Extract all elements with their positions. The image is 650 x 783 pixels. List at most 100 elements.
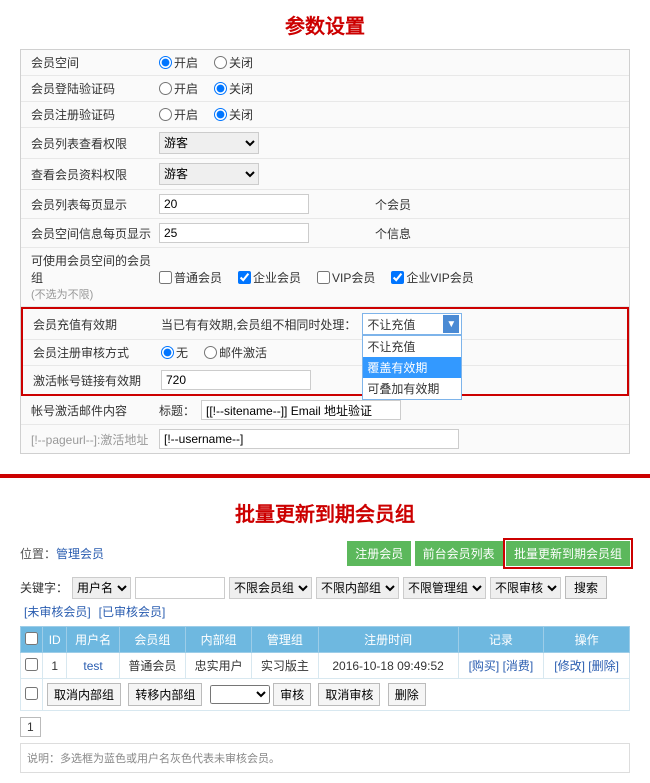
keyword-input[interactable] <box>135 577 225 599</box>
recharge-select[interactable]: 不让充值▼ 不让充值 覆盖有效期 可叠加有效期 <box>362 313 462 335</box>
op-delete-link[interactable]: [删除] <box>588 659 619 673</box>
chk-group-2[interactable]: VIP会员 <box>317 269 375 286</box>
list-per-page-unit: 个会员 <box>375 196 411 213</box>
row-template: [!--pageurl--]:激活地址 <box>21 425 629 453</box>
toolbar: 位置：管理会员 注册会员 前台会员列表 批量更新到期会员组 <box>0 537 650 570</box>
keyword-label: 关键字： <box>20 579 68 596</box>
row-recharge-validity: 会员充值有效期 当已有有效期,会员组不相同时处理： 不让充值▼ 不让充值 覆盖有… <box>23 309 627 340</box>
audit-select[interactable]: 不限审核 <box>490 577 561 599</box>
label-reg-audit: 会员注册审核方式 <box>23 344 153 361</box>
cell-admin-group: 实习版主 <box>252 653 318 679</box>
admin-group-select[interactable]: 不限管理组 <box>403 577 486 599</box>
section2-title: 批量更新到期会员组 <box>0 498 650 527</box>
subject-input[interactable] <box>201 400 401 420</box>
row-checkbox[interactable] <box>25 658 38 671</box>
reg-captcha-on[interactable]: 开启 <box>159 106 198 123</box>
select-all-checkbox[interactable] <box>25 632 38 645</box>
record-buy-link[interactable]: [购买] <box>469 659 500 673</box>
login-captcha-off[interactable]: 关闭 <box>214 80 253 97</box>
th-member-group: 会员组 <box>119 627 185 653</box>
label-space-groups: 可使用会员空间的会员组(不选为不限) <box>21 252 151 302</box>
cancel-audit-button[interactable]: 取消审核 <box>318 683 380 706</box>
breadcrumb: 位置：管理会员 <box>20 545 104 562</box>
member-space-off[interactable]: 关闭 <box>214 54 253 71</box>
unaudited-link[interactable]: [未审核会员] <box>24 603 91 620</box>
th-username: 用户名 <box>67 627 119 653</box>
recharge-options: 不让充值 覆盖有效期 可叠加有效期 <box>362 335 462 400</box>
th-admin-group: 管理组 <box>252 627 318 653</box>
subject-label: 标题： <box>159 402 195 419</box>
section1-title: 参数设置 <box>0 10 650 39</box>
member-group-select[interactable]: 不限会员组 <box>229 577 312 599</box>
recharge-opt-1[interactable]: 覆盖有效期 <box>363 357 461 378</box>
th-internal-group: 内部组 <box>186 627 252 653</box>
th-id: ID <box>43 627 67 653</box>
label-activate-link-validity: 激活帐号链接有效期 <box>23 372 153 389</box>
cell-reg-time: 2016-10-18 09:49:52 <box>318 653 458 679</box>
settings-panel: 会员空间 开启 关闭 会员登陆验证码 开启 关闭 会员注册验证码 开启 关闭 会… <box>20 49 630 454</box>
member-table: ID 用户名 会员组 内部组 管理组 注册时间 记录 操作 1 test 普通会… <box>20 626 630 711</box>
label-login-captcha: 会员登陆验证码 <box>21 80 151 97</box>
recharge-opt-2[interactable]: 可叠加有效期 <box>363 378 461 399</box>
label-list-per-page: 会员列表每页显示 <box>21 196 151 213</box>
label-space-msg-per-page: 会员空间信息每页显示 <box>21 225 151 242</box>
label-list-view-perm: 会员列表查看权限 <box>21 135 151 152</box>
row-login-captcha: 会员登陆验证码 开启 关闭 <box>21 76 629 102</box>
space-msg-per-page-input[interactable] <box>159 223 309 243</box>
template-input[interactable] <box>159 429 459 449</box>
label-recharge-validity: 会员充值有效期 <box>23 316 153 333</box>
row-list-view-perm: 会员列表查看权限 游客 <box>21 128 629 159</box>
reg-member-button[interactable]: 注册会员 <box>347 541 411 566</box>
th-reg-time: 注册时间 <box>318 627 458 653</box>
cancel-internal-button[interactable]: 取消内部组 <box>47 683 121 706</box>
audited-link[interactable]: [已审核会员] <box>99 603 166 620</box>
row-space-msg-per-page: 会员空间信息每页显示 个信息 <box>21 219 629 248</box>
record-consume-link[interactable]: [消费] <box>503 659 534 673</box>
activate-link-validity-input[interactable] <box>161 370 311 390</box>
keyword-field-select[interactable]: 用户名 <box>72 577 131 599</box>
page-1[interactable]: 1 <box>20 717 41 737</box>
list-view-perm-select[interactable]: 游客 <box>159 132 259 154</box>
chk-group-0[interactable]: 普通会员 <box>159 269 222 286</box>
cell-username[interactable]: test <box>83 659 102 673</box>
label-reg-captcha: 会员注册验证码 <box>21 106 151 123</box>
table-row: 1 test 普通会员 忠实用户 实习版主 2016-10-18 09:49:5… <box>21 653 630 679</box>
row-activate-link-validity: 激活帐号链接有效期 <box>23 366 627 394</box>
row-member-space: 会员空间 开启 关闭 <box>21 50 629 76</box>
th-records: 记录 <box>458 627 544 653</box>
recharge-opt-0[interactable]: 不让充值 <box>363 336 461 357</box>
chk-group-3[interactable]: 企业VIP会员 <box>391 269 473 286</box>
cell-member-group: 普通会员 <box>119 653 185 679</box>
label-template: [!--pageurl--]:激活地址 <box>21 431 151 448</box>
chevron-down-icon: ▼ <box>443 315 459 333</box>
list-per-page-input[interactable] <box>159 194 309 214</box>
highlighted-group: 会员充值有效期 当已有有效期,会员组不相同时处理： 不让充值▼ 不让充值 覆盖有… <box>21 307 629 396</box>
search-button[interactable]: 搜索 <box>565 576 607 599</box>
login-captcha-on[interactable]: 开启 <box>159 80 198 97</box>
breadcrumb-link[interactable]: 管理会员 <box>56 547 104 561</box>
reg-audit-none[interactable]: 无 <box>161 344 188 361</box>
action-row-checkbox[interactable] <box>25 687 38 700</box>
audit-button[interactable]: 审核 <box>273 683 311 706</box>
cell-internal-group: 忠实用户 <box>186 653 252 679</box>
batch-update-button[interactable]: 批量更新到期会员组 <box>506 541 630 566</box>
row-space-groups: 可使用会员空间的会员组(不选为不限) 普通会员 企业会员 VIP会员 企业VIP… <box>21 248 629 307</box>
reg-captcha-off[interactable]: 关闭 <box>214 106 253 123</box>
filter-row: 关键字： 用户名 不限会员组 不限内部组 不限管理组 不限审核 搜索 [未审核会… <box>0 570 650 626</box>
data-view-perm-select[interactable]: 游客 <box>159 163 259 185</box>
label-member-space: 会员空间 <box>21 54 151 71</box>
delete-button[interactable]: 删除 <box>388 683 426 706</box>
th-ops: 操作 <box>544 627 630 653</box>
move-internal-select[interactable] <box>210 685 270 704</box>
member-space-on[interactable]: 开启 <box>159 54 198 71</box>
front-list-button[interactable]: 前台会员列表 <box>415 541 503 566</box>
row-reg-audit: 会员注册审核方式 无 邮件激活 <box>23 340 627 366</box>
op-edit-link[interactable]: [修改] <box>554 659 585 673</box>
note-text: 多选框为蓝色或用户名灰色代表未审核会员。 <box>60 753 280 765</box>
cell-id: 1 <box>43 653 67 679</box>
internal-group-select[interactable]: 不限内部组 <box>316 577 399 599</box>
chk-group-1[interactable]: 企业会员 <box>238 269 301 286</box>
reg-audit-mail[interactable]: 邮件激活 <box>204 344 267 361</box>
row-data-view-perm: 查看会员资料权限 游客 <box>21 159 629 190</box>
move-internal-button[interactable]: 转移内部组 <box>128 683 202 706</box>
